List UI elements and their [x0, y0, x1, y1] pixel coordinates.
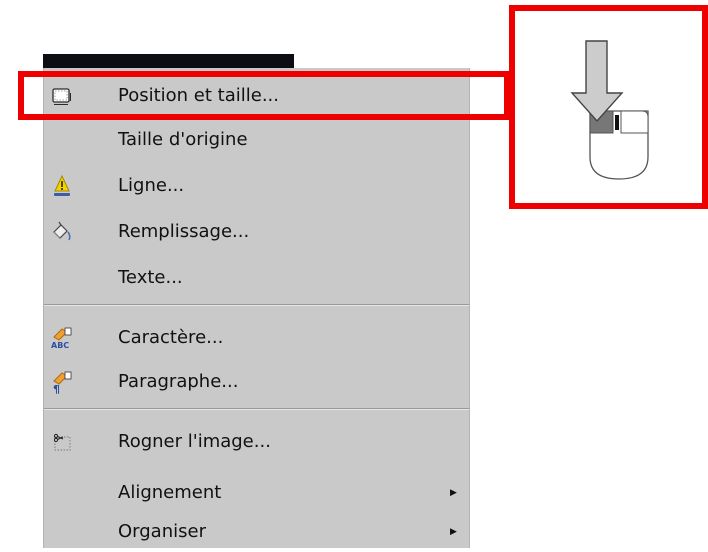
fill-bucket-icon	[50, 220, 74, 244]
menu-item-original-size[interactable]: Taille d'origine	[44, 120, 469, 160]
menu-item-paragraph[interactable]: ¶ Paragraphe...	[44, 362, 469, 402]
mouse-left-click-icon	[570, 40, 649, 180]
menu-item-label: Alignement	[118, 482, 222, 503]
menu-separator	[44, 304, 469, 306]
menu-separator	[44, 408, 469, 410]
svg-text:ABC: ABC	[51, 341, 69, 350]
mouse-instruction-box	[509, 5, 708, 209]
menu-item-text[interactable]: Texte...	[44, 258, 469, 298]
svg-text:¶: ¶	[53, 383, 60, 394]
crop-icon	[50, 430, 74, 454]
character-icon: ABC	[50, 326, 74, 350]
menu-item-arrange[interactable]: Organiser ▶	[44, 512, 469, 552]
menu-item-alignment[interactable]: Alignement ▶	[44, 473, 469, 513]
menu-item-label: Caractère...	[118, 327, 224, 348]
submenu-arrow-icon: ▶	[450, 527, 457, 537]
menu-item-label: Paragraphe...	[118, 371, 239, 392]
line-icon	[50, 174, 74, 198]
submenu-arrow-icon: ▶	[450, 488, 457, 498]
menu-item-label: Organiser	[118, 521, 206, 542]
menu-item-fill[interactable]: Remplissage...	[44, 212, 469, 252]
menu-item-label: Remplissage...	[118, 221, 250, 242]
menu-item-label: Texte...	[118, 267, 183, 288]
menu-item-label: Ligne...	[118, 175, 185, 196]
context-menu: Position et taille... Taille d'origine L…	[43, 68, 469, 548]
menu-item-label: Rogner l'image...	[118, 431, 271, 452]
menu-item-label: Taille d'origine	[118, 129, 248, 150]
menu-item-character[interactable]: ABC Caractère...	[44, 318, 469, 358]
menu-title-bar	[43, 54, 294, 68]
highlight-frame	[18, 71, 510, 120]
menu-item-crop-image[interactable]: Rogner l'image...	[44, 422, 469, 462]
paragraph-icon: ¶	[50, 370, 74, 396]
menu-item-line[interactable]: Ligne...	[44, 166, 469, 206]
